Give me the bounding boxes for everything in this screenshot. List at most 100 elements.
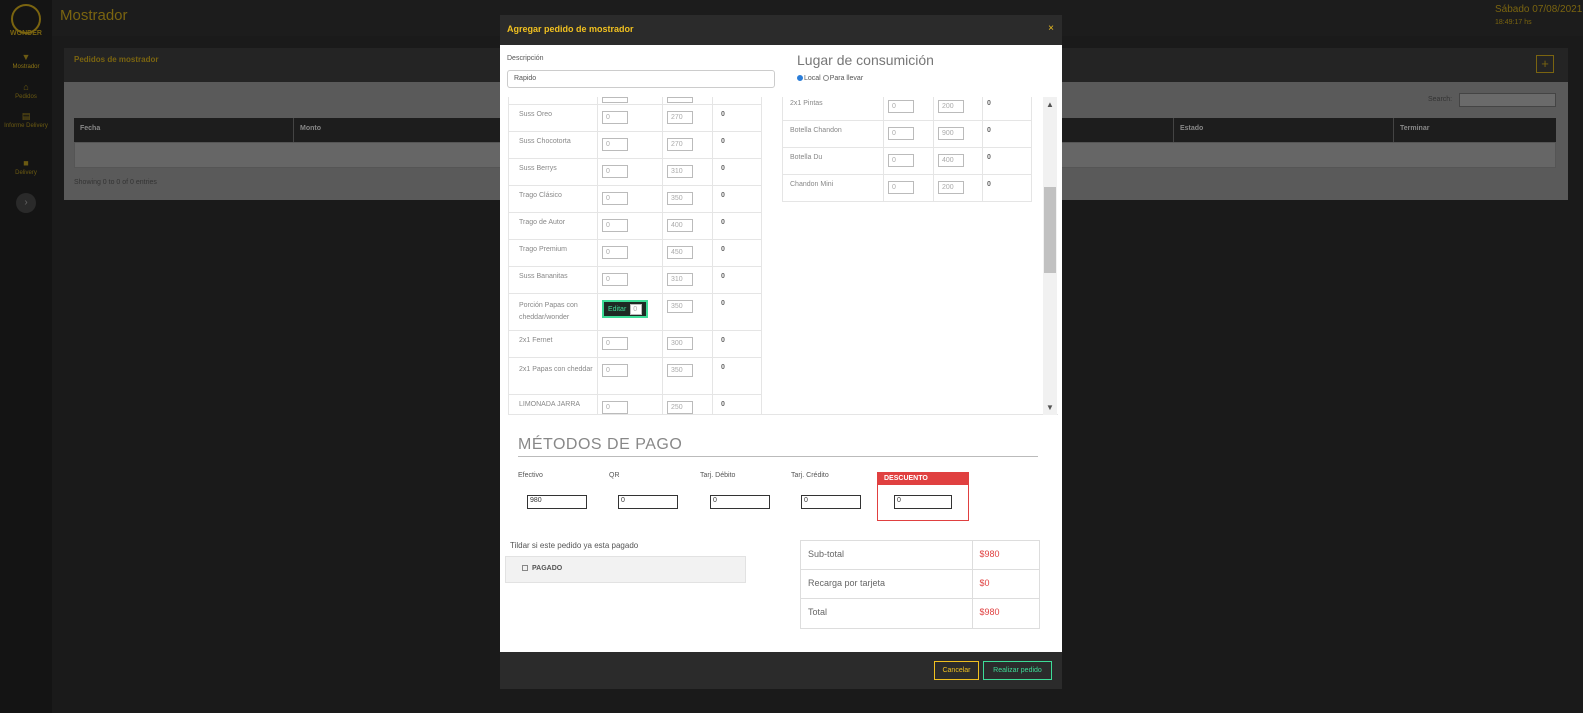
price-input[interactable] xyxy=(667,97,693,103)
price-input[interactable]: 350 xyxy=(667,192,693,205)
qty-input[interactable]: 0 xyxy=(602,401,628,414)
price-input[interactable]: 200 xyxy=(938,100,964,113)
qty-cell: 0 xyxy=(884,148,934,174)
qty-input[interactable]: 0 xyxy=(602,219,628,232)
total-cell: 0 xyxy=(721,300,725,307)
sidebar-toggle-button[interactable]: › xyxy=(16,193,36,213)
total-cell: 0 xyxy=(721,246,725,253)
sidebar-item-label: Pedidos xyxy=(15,94,37,100)
close-icon[interactable]: × xyxy=(1048,23,1054,34)
price-cell: 270 xyxy=(663,132,713,158)
qty-input[interactable]: 0 xyxy=(602,111,628,124)
qty-input[interactable]: 0 xyxy=(602,364,628,377)
truck-icon: ■ xyxy=(23,158,29,168)
price-cell: 310 xyxy=(663,267,713,293)
discount-label: DESCUENTO xyxy=(878,473,968,485)
price-cell: 310 xyxy=(663,159,713,185)
discount-input[interactable]: 0 xyxy=(894,495,952,509)
qty-input[interactable] xyxy=(602,97,628,103)
current-time: 18:49:17 hs xyxy=(1495,19,1532,26)
qty-input[interactable]: 0 xyxy=(602,138,628,151)
qty-input[interactable]: 0 xyxy=(888,127,914,140)
submit-order-button[interactable]: Realizar pedido xyxy=(983,661,1052,680)
add-order-button[interactable]: + xyxy=(1536,55,1554,73)
price-cell: 300 xyxy=(663,331,713,357)
qty-input[interactable]: 0 xyxy=(888,181,914,194)
qty-input[interactable]: 0 xyxy=(602,273,628,286)
paid-label: PAGADO xyxy=(532,565,563,572)
qty-cell: 0 xyxy=(884,175,934,201)
qty-input[interactable]: 0 xyxy=(888,100,914,113)
column-estado[interactable]: Estado xyxy=(1174,118,1394,142)
paid-checkbox[interactable] xyxy=(522,565,528,571)
sidebar-item-informe-delivery[interactable]: ▤ Informe Delivery xyxy=(0,112,52,130)
sidebar-item-pedidos[interactable]: ⌂ Pedidos xyxy=(0,82,52,100)
recarga-label: Recarga por tarjeta xyxy=(801,570,973,598)
price-input[interactable]: 300 xyxy=(667,337,693,350)
payment-methods-title: MÉTODOS DE PAGO xyxy=(518,436,683,453)
table-row: Suss Chocotorta 0 270 0 xyxy=(509,132,761,159)
price-input[interactable]: 270 xyxy=(667,111,693,124)
price-input[interactable]: 200 xyxy=(938,181,964,194)
qty-input[interactable]: 0 xyxy=(602,337,628,350)
qty-cell: 0 xyxy=(598,132,663,158)
sidebar-item-delivery[interactable]: ■ Delivery xyxy=(0,158,52,176)
cancel-button[interactable]: Cancelar xyxy=(934,661,979,680)
price-input[interactable]: 310 xyxy=(667,273,693,286)
qty-input[interactable]: 0 xyxy=(888,154,914,167)
sidebar-item-mostrador[interactable]: ▼ Mostrador xyxy=(0,52,52,70)
table-row: Suss Berrys 0 310 0 xyxy=(509,159,761,186)
scroll-down-icon[interactable]: ▼ xyxy=(1046,403,1054,412)
qty-cell: 0 xyxy=(598,240,663,266)
panel-title: Pedidos de mostrador xyxy=(74,55,159,64)
qr-input[interactable]: 0 xyxy=(618,495,678,509)
paid-checkbox-row[interactable]: PAGADO xyxy=(505,556,746,583)
radio-para-llevar[interactable] xyxy=(822,75,829,81)
table-row: Suss Bananitas 0 310 0 xyxy=(509,267,761,294)
price-input[interactable]: 450 xyxy=(667,246,693,259)
total-cell: 0 xyxy=(721,401,725,408)
product-name: Botella Du xyxy=(783,148,884,174)
price-input[interactable]: 900 xyxy=(938,127,964,140)
home-icon: ⌂ xyxy=(23,82,29,92)
product-name: Suss Bananitas xyxy=(509,267,598,293)
qty-cell: 0 xyxy=(598,213,663,239)
price-input[interactable]: 270 xyxy=(667,138,693,151)
products-scroll-area[interactable]: Suss Oreo 0 270 0 Suss Chocotorta 0 270 … xyxy=(508,97,1058,415)
price-cell xyxy=(663,97,713,104)
product-name: Trago Premium xyxy=(509,240,598,266)
price-input[interactable]: 400 xyxy=(938,154,964,167)
scroll-up-icon[interactable]: ▲ xyxy=(1046,100,1054,109)
price-cell: 350 xyxy=(663,294,713,330)
price-input[interactable]: 310 xyxy=(667,165,693,178)
price-input[interactable]: 250 xyxy=(667,401,693,414)
total-cell: 0 xyxy=(721,337,725,344)
file-icon: ▤ xyxy=(21,111,31,121)
price-input[interactable]: 350 xyxy=(667,364,693,377)
qty-input[interactable]: 0 xyxy=(630,303,643,315)
qty-input[interactable]: 0 xyxy=(602,192,628,205)
filter-icon: ▼ xyxy=(21,52,31,62)
price-input[interactable]: 350 xyxy=(667,300,693,313)
search-input[interactable] xyxy=(1459,93,1556,107)
table-row: Total $980 xyxy=(801,599,1039,628)
edit-button[interactable]: Editar 0 xyxy=(602,300,649,318)
price-cell: 200 xyxy=(934,97,983,120)
products-scrollbar[interactable]: ▲ ▼ xyxy=(1043,97,1057,415)
qty-input[interactable]: 0 xyxy=(602,246,628,259)
qty-cell: 0 xyxy=(884,121,934,147)
subtotal-value: $980 xyxy=(979,549,1000,559)
column-fecha[interactable]: Fecha xyxy=(74,118,294,142)
column-terminar[interactable]: Terminar xyxy=(1394,118,1556,142)
table-row: 2x1 Pintas 0 200 0 xyxy=(783,97,1031,121)
qty-input[interactable]: 0 xyxy=(602,165,628,178)
sidebar-item-label: Informe Delivery xyxy=(4,123,48,129)
debito-input[interactable]: 0 xyxy=(710,495,770,509)
price-input[interactable]: 400 xyxy=(667,219,693,232)
efectivo-input[interactable]: 980 xyxy=(527,495,587,509)
radio-local[interactable] xyxy=(797,75,803,81)
description-input[interactable]: Rapido xyxy=(507,70,775,88)
scrollbar-thumb[interactable] xyxy=(1044,187,1056,273)
credito-input[interactable]: 0 xyxy=(801,495,861,509)
modal-title: Agregar pedido de mostrador xyxy=(507,24,634,34)
